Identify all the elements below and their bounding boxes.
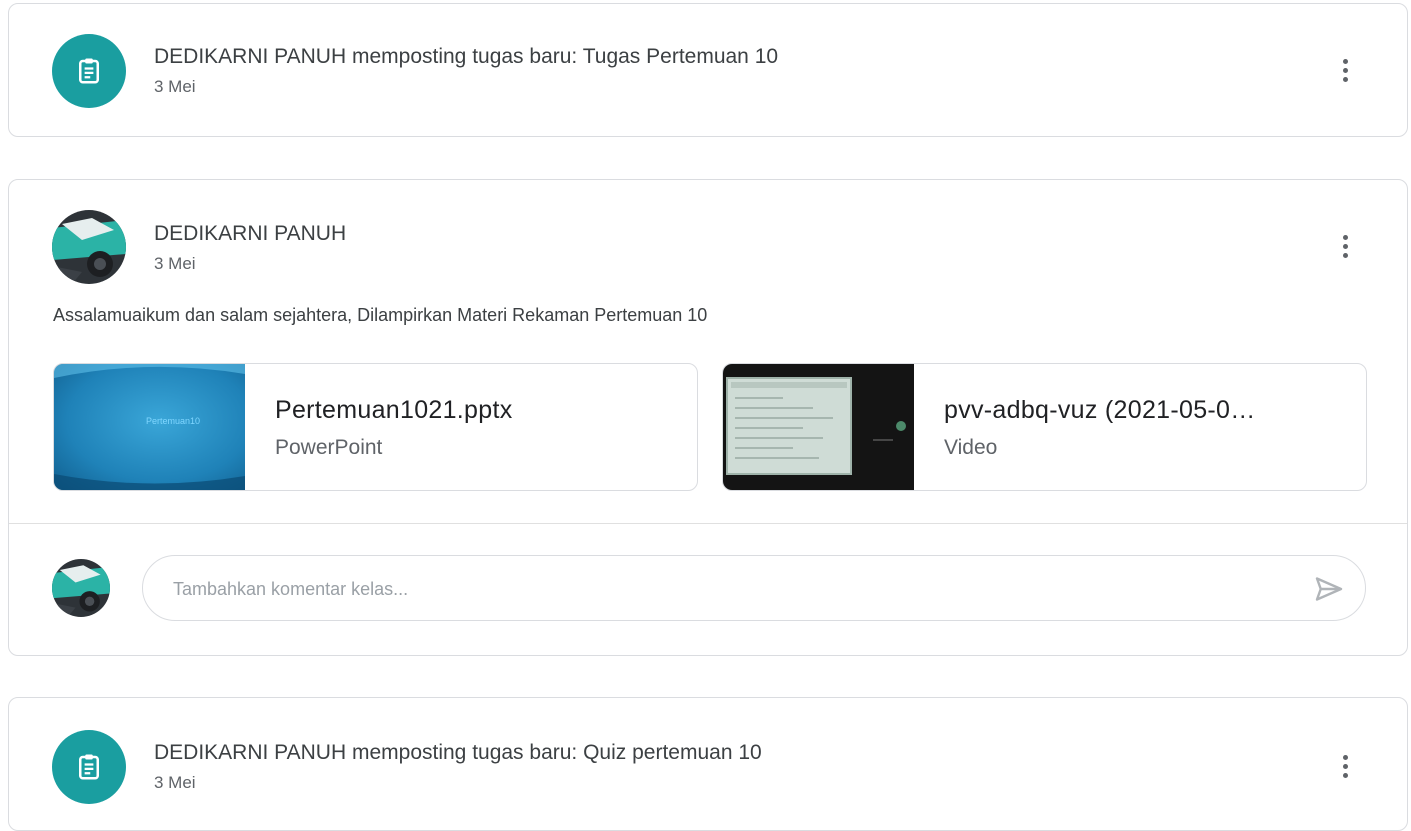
post-date: 3 Mei bbox=[154, 77, 196, 96]
send-icon[interactable] bbox=[1311, 571, 1347, 607]
attachment-type: PowerPoint bbox=[275, 436, 383, 459]
announcement-card: DEDIKARNI PANUH 3 Mei Assalamuaikum dan … bbox=[8, 179, 1408, 656]
attachment-name[interactable]: Pertemuan1021.pptx bbox=[275, 396, 513, 425]
avatar bbox=[52, 210, 126, 284]
divider bbox=[9, 523, 1407, 524]
pptx-thumb-text: Pertemuan10 bbox=[146, 416, 200, 426]
comment-box bbox=[142, 555, 1366, 622]
post-title[interactable]: DEDIKARNI PANUH memposting tugas baru: Q… bbox=[154, 741, 762, 765]
post-title[interactable]: DEDIKARNI PANUH memposting tugas baru: T… bbox=[154, 45, 778, 69]
post-date: 3 Mei bbox=[154, 254, 196, 273]
assignment-card-1[interactable]: DEDIKARNI PANUH memposting tugas baru: T… bbox=[8, 3, 1408, 137]
commenter-avatar bbox=[52, 559, 110, 617]
attachment-name[interactable]: pvv-adbq-vuz (2021-05-0… bbox=[944, 396, 1256, 425]
attachment-video[interactable]: pvv-adbq-vuz (2021-05-0… Video bbox=[722, 363, 1367, 491]
attachment-pptx[interactable]: Pertemuan10 Pertemuan1021.pptx PowerPoin… bbox=[53, 363, 698, 491]
more-vert-icon[interactable] bbox=[1333, 50, 1357, 90]
assignment-icon bbox=[52, 34, 126, 108]
pptx-thumbnail: Pertemuan10 bbox=[54, 364, 245, 490]
post-body: Assalamuaikum dan salam sejahtera, Dilam… bbox=[53, 305, 708, 325]
more-vert-icon[interactable] bbox=[1333, 226, 1357, 266]
class-comment-input[interactable] bbox=[171, 556, 1275, 622]
post-author: DEDIKARNI PANUH bbox=[154, 222, 347, 245]
video-thumbnail bbox=[723, 364, 914, 490]
post-date: 3 Mei bbox=[154, 773, 196, 792]
attachment-type: Video bbox=[944, 436, 998, 459]
assignment-icon bbox=[52, 730, 126, 804]
assignment-card-2[interactable]: DEDIKARNI PANUH memposting tugas baru: Q… bbox=[8, 697, 1408, 831]
more-vert-icon[interactable] bbox=[1333, 746, 1357, 786]
